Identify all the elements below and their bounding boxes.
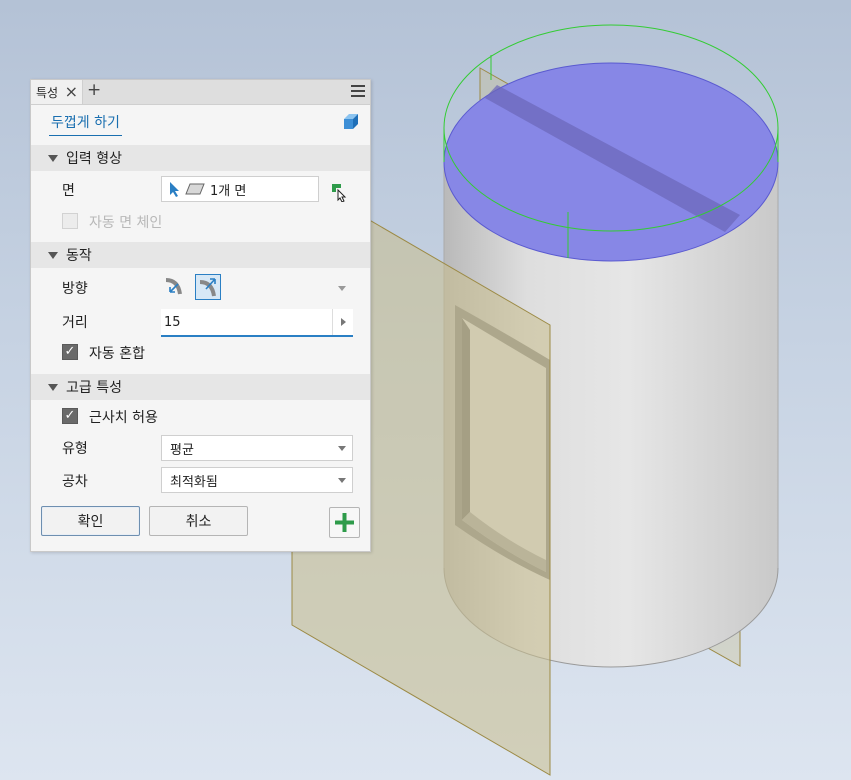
auto-face-chain-checkbox[interactable] — [62, 213, 78, 229]
face-pick-icon[interactable] — [329, 180, 351, 202]
allow-approx-checkbox[interactable]: ✓ — [62, 408, 78, 424]
auto-face-chain-label: 자동 면 체인 — [89, 215, 163, 231]
direction-flip-button[interactable] — [162, 274, 188, 300]
chevron-down-icon — [338, 446, 346, 451]
command-header: 두껍게 하기 — [31, 104, 370, 144]
distance-input[interactable]: 15 — [161, 309, 353, 337]
auto-blend-checkbox[interactable]: ✓ — [62, 344, 78, 360]
section-title: 입력 형상 — [66, 151, 122, 167]
direction-in-icon — [165, 278, 182, 295]
type-label: 유형 — [62, 441, 88, 457]
auto-blend-label: 자동 혼합 — [89, 346, 145, 362]
close-icon[interactable]: × — [65, 82, 78, 101]
section-behavior[interactable]: 동작 — [31, 242, 370, 268]
tab-properties[interactable]: 특성 × — [31, 80, 83, 104]
plus-icon — [335, 513, 354, 532]
distance-value: 15 — [164, 314, 181, 330]
distance-label: 거리 — [62, 315, 88, 331]
tolerance-label: 공차 — [62, 474, 88, 490]
direction-out-icon — [199, 278, 216, 297]
ok-button[interactable]: 확인 — [41, 506, 140, 536]
section-title: 고급 특성 — [66, 380, 122, 396]
face-icon — [185, 183, 205, 195]
properties-panel: 특성 × + 두껍게 하기 입력 형상 면 1개 면 자동 면 체인 동작 방향… — [30, 79, 371, 552]
collapse-triangle-icon — [48, 154, 58, 162]
select-arrow-icon — [170, 182, 179, 197]
direction-dropdown-icon[interactable] — [338, 286, 346, 291]
add-button[interactable] — [329, 507, 360, 538]
menu-icon[interactable] — [351, 85, 365, 97]
tolerance-value: 최적화됨 — [170, 474, 218, 490]
direction-out-button[interactable] — [195, 274, 221, 300]
cube-icon — [344, 114, 358, 129]
section-title: 동작 — [66, 248, 92, 264]
collapse-triangle-icon — [48, 251, 58, 259]
section-advanced[interactable]: 고급 특성 — [31, 374, 370, 400]
collapse-triangle-icon — [48, 383, 58, 391]
add-tab-icon[interactable]: + — [87, 80, 101, 100]
section-input-geometry[interactable]: 입력 형상 — [31, 145, 370, 171]
tab-label: 특성 — [36, 85, 59, 100]
cancel-button[interactable]: 취소 — [149, 506, 248, 536]
distance-expand-icon[interactable] — [332, 309, 353, 335]
allow-approx-label: 근사치 허용 — [89, 410, 158, 426]
chevron-down-icon — [338, 478, 346, 483]
type-select[interactable]: 평균 — [161, 435, 353, 461]
face-selector[interactable]: 1개 면 — [161, 176, 319, 202]
panel-tab-bar: 특성 × + — [31, 80, 370, 105]
tolerance-select[interactable]: 최적화됨 — [161, 467, 353, 493]
command-title[interactable]: 두껍게 하기 — [49, 112, 122, 136]
direction-label: 방향 — [62, 281, 88, 297]
face-selection-value: 1개 면 — [210, 183, 247, 199]
type-value: 평균 — [170, 442, 194, 458]
face-label: 면 — [62, 183, 75, 199]
